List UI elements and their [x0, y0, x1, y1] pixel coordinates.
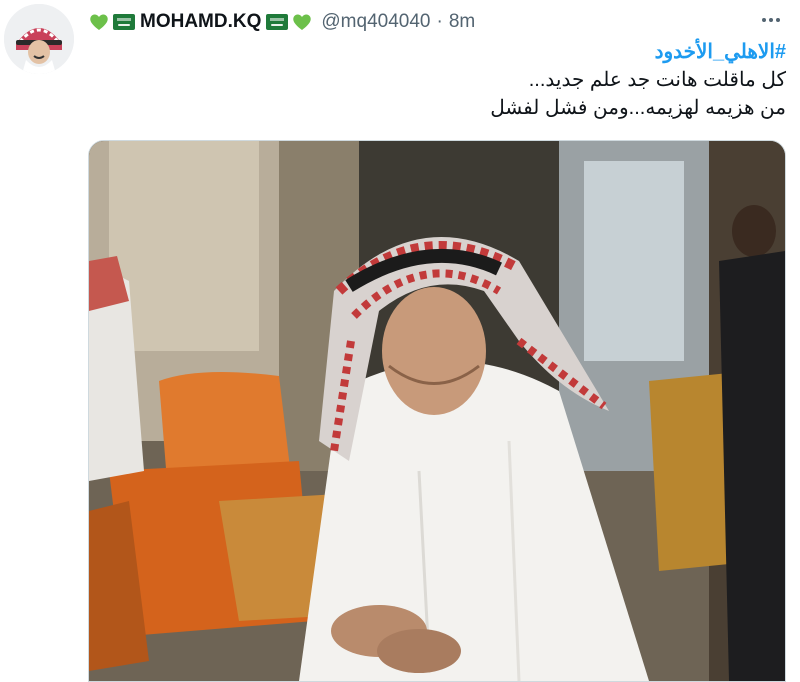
separator-dot: · — [436, 11, 443, 32]
tweet-photo[interactable] — [88, 140, 786, 682]
saudi-flag-icon — [266, 14, 289, 30]
saudi-flag-icon — [113, 14, 135, 30]
avatar[interactable] — [4, 4, 74, 74]
author-display-name[interactable]: MOHAMD.KQ — [140, 11, 261, 33]
tweet-text-line-1: كل ماقلت هانت جد علم جديد... — [528, 69, 786, 91]
author-handle[interactable]: @mq404040 — [321, 11, 430, 33]
green-heart-icon — [88, 11, 110, 33]
green-heart-icon — [291, 11, 313, 33]
tweet-text-line-2: من هزيمه لهزيمه...ومن فشل لفشل — [490, 97, 786, 119]
hashtag-link[interactable]: #الاهلي_الأخدود — [226, 38, 786, 66]
tweet-header: MOHAMD.KQ @mq404040 · 8m — [88, 8, 475, 36]
more-options-icon[interactable] — [758, 12, 784, 28]
tweet-timestamp[interactable]: 8m — [449, 11, 475, 33]
tweet-text: #الاهلي_الأخدود كل ماقلت هانت جد علم جدي… — [226, 38, 786, 122]
